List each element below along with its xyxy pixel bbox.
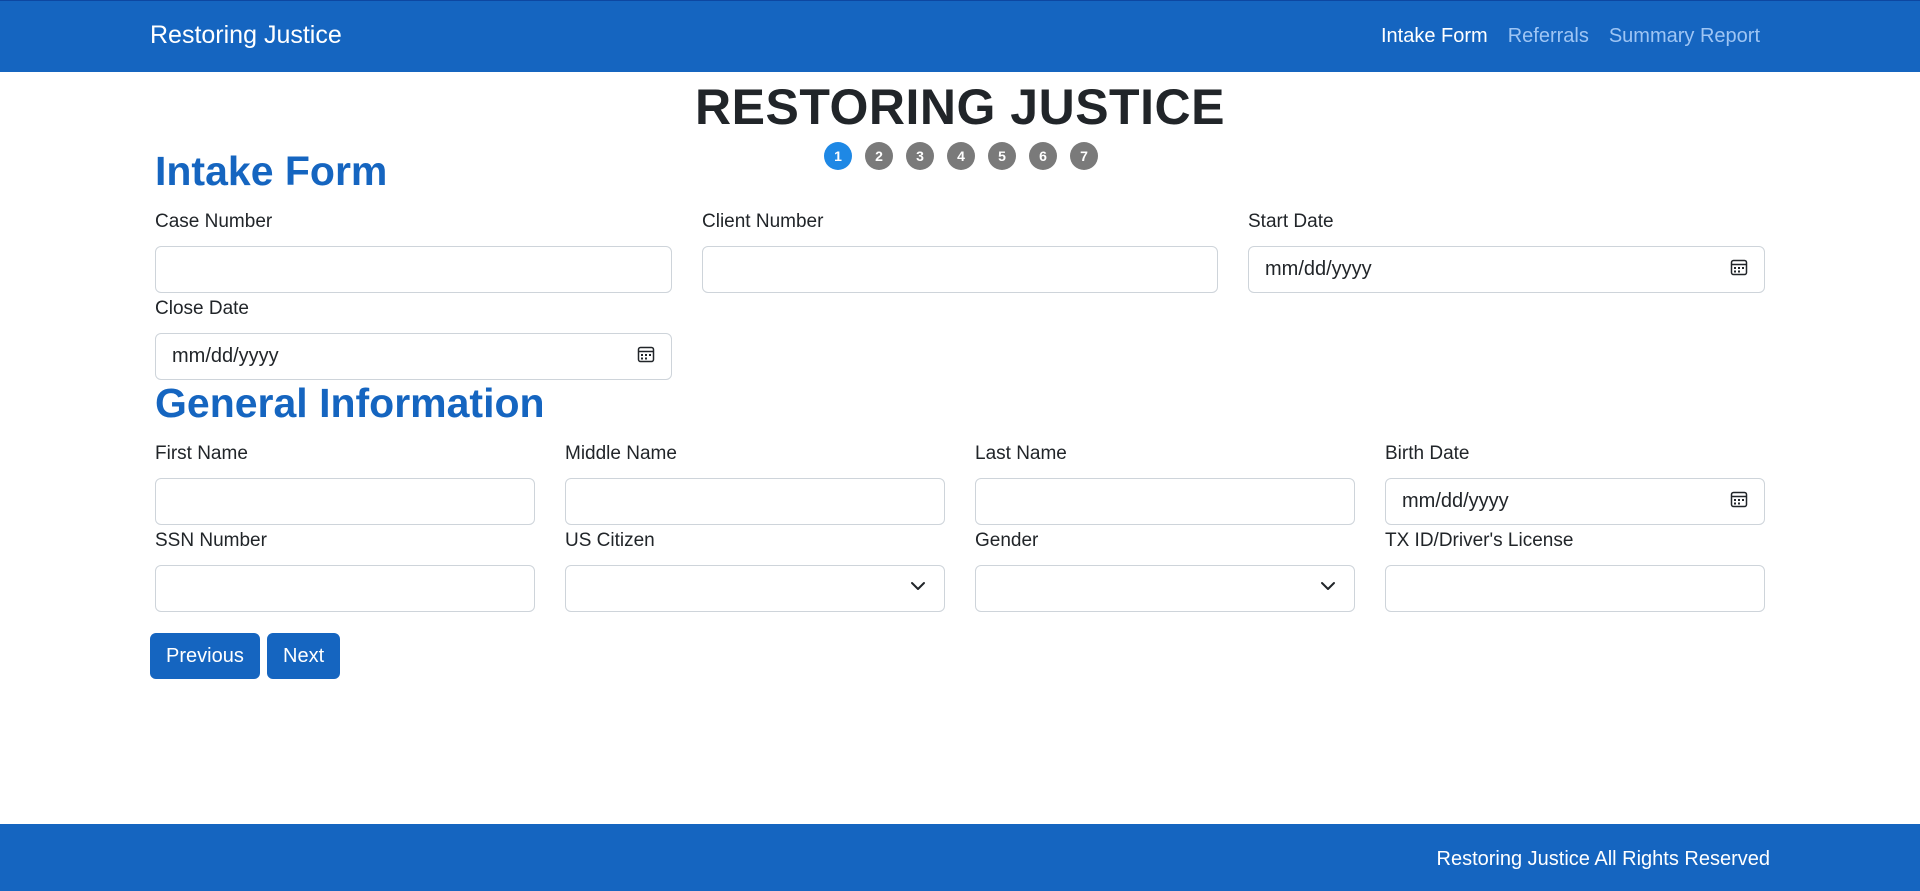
- step-6[interactable]: 6: [1029, 142, 1057, 170]
- step-indicator: 1 2 3 4 5 6 7: [824, 142, 1098, 170]
- middle-name-label: Middle Name: [565, 443, 677, 464]
- step-7[interactable]: 7: [1070, 142, 1098, 170]
- birth-date-value: mm/dd/yyyy: [1402, 490, 1509, 512]
- step-5[interactable]: 5: [988, 142, 1016, 170]
- calendar-icon[interactable]: [1730, 258, 1748, 281]
- first-name-label: First Name: [155, 443, 248, 464]
- step-1[interactable]: 1: [824, 142, 852, 170]
- start-date-label: Start Date: [1248, 211, 1334, 232]
- general-information-heading: General Information: [155, 380, 545, 426]
- calendar-icon[interactable]: [1730, 490, 1748, 513]
- tx-id-input[interactable]: [1385, 565, 1765, 612]
- nav-links: Intake Form Referrals Summary Report: [1381, 25, 1760, 48]
- page-title: RESTORING JUSTICE: [695, 79, 1225, 135]
- us-citizen-label: US Citizen: [565, 530, 655, 551]
- step-3[interactable]: 3: [906, 142, 934, 170]
- birth-date-label: Birth Date: [1385, 443, 1470, 464]
- start-date-input[interactable]: mm/dd/yyyy: [1248, 246, 1765, 293]
- nav-link-summary-report[interactable]: Summary Report: [1609, 25, 1760, 48]
- close-date-input[interactable]: mm/dd/yyyy: [155, 333, 672, 380]
- step-2[interactable]: 2: [865, 142, 893, 170]
- step-4[interactable]: 4: [947, 142, 975, 170]
- client-number-input[interactable]: [702, 246, 1218, 293]
- client-number-label: Client Number: [702, 211, 824, 232]
- calendar-icon[interactable]: [637, 345, 655, 368]
- brand-link[interactable]: Restoring Justice: [150, 21, 342, 50]
- ssn-number-input[interactable]: [155, 565, 535, 612]
- last-name-input[interactable]: [975, 478, 1355, 525]
- chevron-down-icon: [910, 578, 926, 599]
- last-name-label: Last Name: [975, 443, 1067, 464]
- intake-form-heading: Intake Form: [155, 148, 388, 194]
- gender-label: Gender: [975, 530, 1039, 551]
- tx-id-label: TX ID/Driver's License: [1385, 530, 1574, 551]
- next-button[interactable]: Next: [267, 633, 341, 679]
- case-number-label: Case Number: [155, 211, 273, 232]
- top-navbar: Restoring Justice Intake Form Referrals …: [0, 0, 1920, 72]
- previous-button[interactable]: Previous: [150, 633, 260, 679]
- close-date-label: Close Date: [155, 298, 249, 319]
- close-date-value: mm/dd/yyyy: [172, 345, 279, 367]
- first-name-input[interactable]: [155, 478, 535, 525]
- nav-link-referrals[interactable]: Referrals: [1508, 25, 1589, 48]
- footer-copyright: Restoring Justice All Rights Reserved: [1436, 848, 1770, 870]
- start-date-value: mm/dd/yyyy: [1265, 258, 1372, 280]
- chevron-down-icon: [1320, 578, 1336, 599]
- nav-link-intake-form[interactable]: Intake Form: [1381, 25, 1488, 48]
- middle-name-input[interactable]: [565, 478, 945, 525]
- gender-select[interactable]: [975, 565, 1355, 612]
- us-citizen-select[interactable]: [565, 565, 945, 612]
- footer: Restoring Justice All Rights Reserved: [0, 824, 1920, 891]
- case-number-input[interactable]: [155, 246, 672, 293]
- birth-date-input[interactable]: mm/dd/yyyy: [1385, 478, 1765, 525]
- ssn-number-label: SSN Number: [155, 530, 267, 551]
